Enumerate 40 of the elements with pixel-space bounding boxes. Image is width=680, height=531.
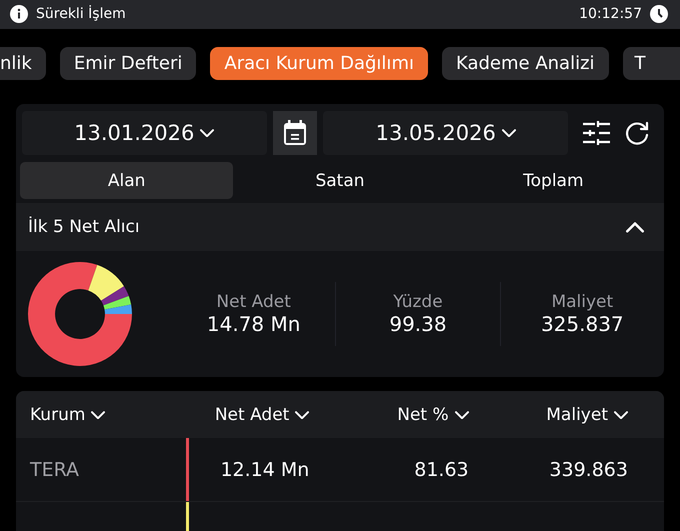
chevron-down-icon (200, 129, 214, 138)
segment-tab[interactable]: Toplam (446, 162, 660, 200)
info-icon (10, 5, 28, 24)
chevron-down-icon (502, 129, 516, 138)
table-cell-text: 12.14 Mn (220, 458, 310, 481)
column-header[interactable]: Kurum (16, 404, 106, 425)
column-header[interactable]: Maliyet (546, 404, 664, 425)
stat-label: Net Adet (216, 292, 291, 312)
segment-tab[interactable]: Satan (233, 162, 447, 200)
segment-tab[interactable]: Alan (20, 162, 234, 200)
stat-label: Yüzde (393, 292, 443, 312)
section-title: İlk 5 Net Alıcı (28, 217, 140, 238)
stat-value: 325.837 (540, 312, 624, 336)
status-title: Sürekli İşlem (36, 6, 126, 22)
chevron-down-icon (614, 410, 628, 419)
start-date-field[interactable]: 13.01.2026 (22, 111, 267, 156)
chevron-down-icon (454, 410, 469, 419)
tab[interactable]: nlik (0, 46, 46, 80)
chevron-down-icon (91, 410, 106, 419)
table-cell-text: TERA (29, 458, 80, 481)
calendar-button[interactable] (272, 111, 318, 156)
end-date-field[interactable]: 13.05.2026 (323, 111, 568, 156)
tab[interactable]: T (622, 46, 680, 80)
stat-value: 99.38 (389, 312, 447, 336)
column-header[interactable]: Net % (397, 404, 505, 425)
stat-label: Maliyet (551, 292, 614, 312)
tab[interactable]: Emir Defteri (60, 46, 196, 80)
tab[interactable]: Kademe Analizi (442, 46, 609, 80)
stat-value: 14.78 Mn (206, 312, 300, 336)
column-header[interactable]: Net Adet (214, 404, 346, 425)
chevron-up-icon (626, 222, 644, 233)
calendar-icon (282, 119, 308, 148)
clock-icon (650, 5, 668, 24)
table-cell-text: 339.863 (549, 458, 629, 481)
refresh-button[interactable] (624, 120, 650, 146)
chevron-down-icon (295, 410, 310, 419)
filter-sliders-button[interactable] (582, 120, 610, 146)
section-header[interactable]: İlk 5 Net Alıcı (16, 203, 664, 252)
table-cell-text: 81.63 (414, 458, 470, 481)
status-time: 10:12:57 (579, 6, 642, 22)
